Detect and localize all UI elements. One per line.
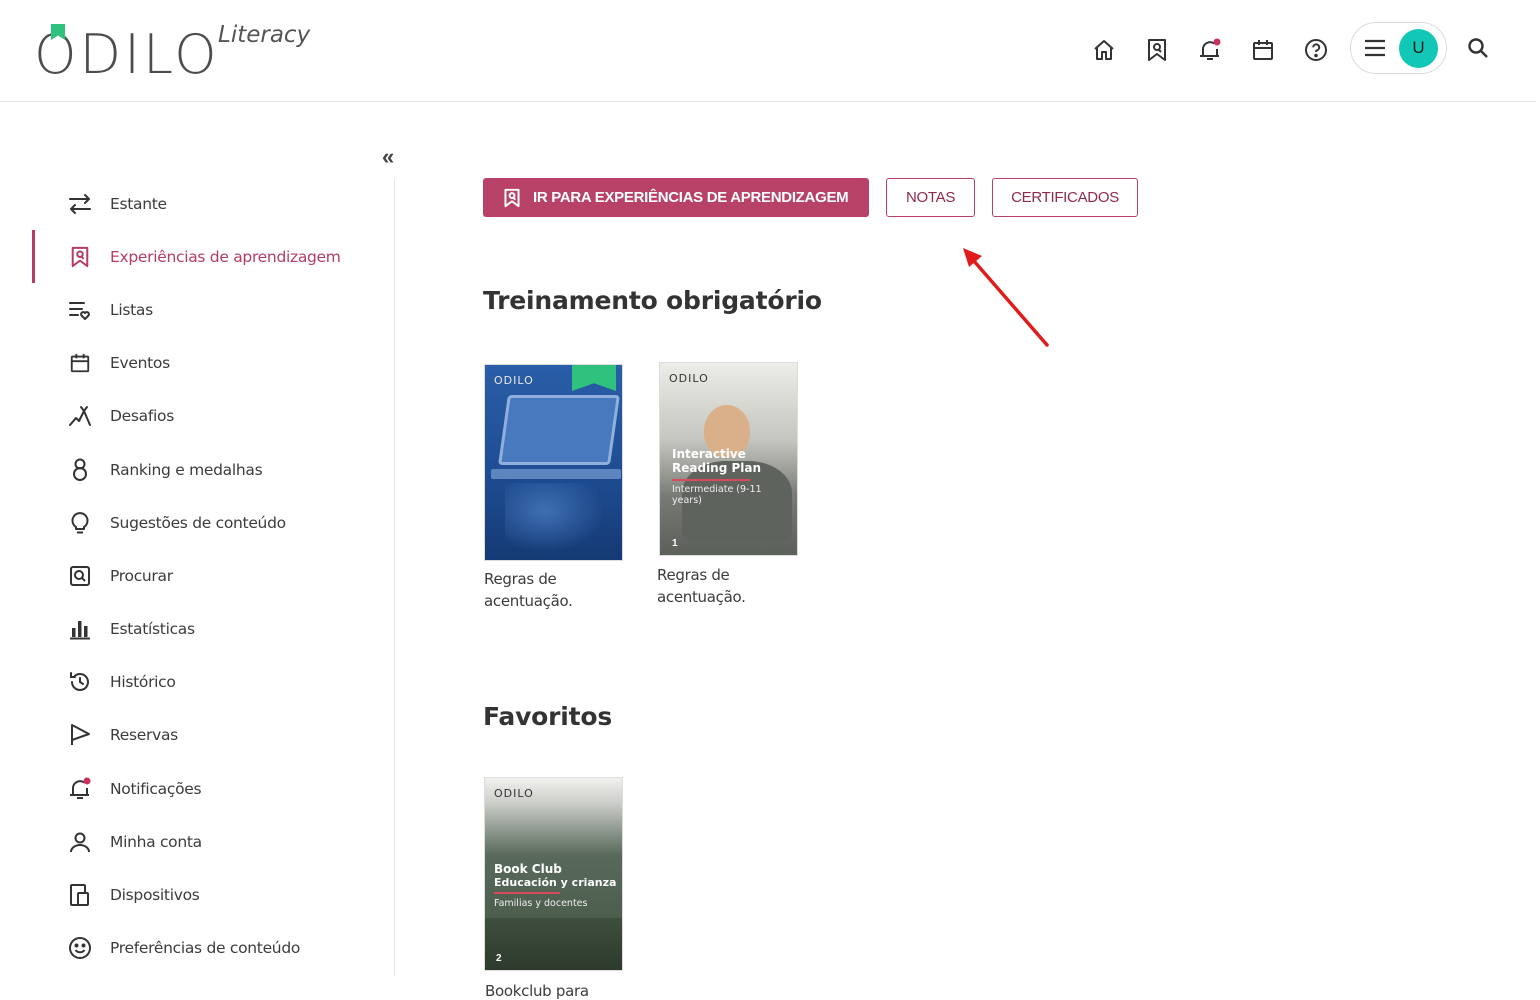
hamburger-icon — [1365, 39, 1385, 57]
annotation-arrow — [963, 248, 1049, 347]
collapse-sidebar-button[interactable]: « — [382, 144, 406, 170]
search-icon[interactable] — [1466, 36, 1494, 64]
notes-button[interactable]: NOTAS — [886, 178, 975, 217]
card-title: Regras de acentuação. — [657, 566, 746, 606]
learning-badge-icon — [66, 243, 94, 271]
sidebar-item-preferencias[interactable]: Preferências de conteúdo — [0, 922, 394, 975]
sidebar-item-procurar[interactable]: Procurar — [0, 549, 394, 602]
bookmark-icon — [572, 365, 616, 391]
sidebar-item-sugestoes[interactable]: Sugestões de conteúdo — [0, 496, 394, 549]
sidebar-item-desafios[interactable]: Desafios — [0, 390, 394, 443]
sidebar-item-label: Minha conta — [110, 832, 202, 851]
card-title: Bookclub para — [485, 982, 589, 1000]
sidebar-item-historico[interactable]: Histórico — [0, 656, 394, 709]
cover-illustration — [498, 395, 620, 465]
sidebar-item-estante[interactable]: Estante — [0, 177, 394, 230]
sidebar-item-notificacoes[interactable]: Notificações — [0, 762, 394, 815]
cover-divider — [672, 479, 750, 481]
cover-divider — [494, 892, 560, 894]
user-icon — [66, 828, 94, 856]
cover-logo: ODILO — [494, 787, 534, 800]
cover-number: 2 — [496, 953, 502, 964]
cover-title-line-2: Educación y crianza — [494, 876, 617, 889]
sidebar-item-estatisticas[interactable]: Estatísticas — [0, 603, 394, 656]
lightbulb-icon — [66, 509, 94, 537]
button-label: IR PARA EXPERIÊNCIAS DE APRENDIZAGEM — [533, 189, 849, 206]
sidebar-item-learning-experiences[interactable]: Experiências de aprendizagem — [0, 230, 394, 284]
bell-icon[interactable] — [1194, 34, 1226, 66]
sidebar-item-dispositivos[interactable]: Dispositivos — [0, 868, 394, 921]
cover-title: Book Club — [494, 862, 562, 876]
calendar-icon — [66, 349, 94, 377]
book-cover: ODILO Book Club Educación y crianza Fami… — [485, 778, 622, 970]
search-box-icon — [66, 562, 94, 590]
sidebar-item-label: Estatísticas — [110, 620, 195, 639]
bell-icon — [66, 775, 94, 803]
sidebar-item-label: Notificações — [110, 779, 202, 798]
cover-title: Interactive Reading Plan — [672, 447, 762, 475]
cover-logo: ODILO — [669, 372, 709, 385]
avatar: U — [1399, 28, 1438, 68]
smile-icon — [66, 934, 94, 962]
bar-chart-icon — [66, 615, 94, 643]
content-card[interactable]: ODILO Book Club Educación y crianza Fami… — [484, 777, 624, 1000]
flag-icon — [66, 721, 94, 749]
sidebar-item-ranking[interactable]: Ranking e medalhas — [0, 443, 394, 496]
sidebar-item-minha-conta[interactable]: Minha conta — [0, 815, 394, 868]
sidebar-item-label: Sugestões de conteúdo — [110, 513, 286, 532]
header-nav — [1088, 30, 1353, 70]
section-title-favorites: Favoritos — [483, 702, 613, 731]
cover-illustration — [505, 483, 605, 553]
certificates-button[interactable]: CERTIFICADOS — [992, 178, 1138, 217]
sidebar-item-label: Ranking e medalhas — [110, 460, 263, 479]
sidebar-item-label: Histórico — [110, 673, 176, 692]
book-cover: ODILO — [485, 365, 622, 560]
home-icon[interactable] — [1088, 34, 1120, 66]
learning-badge-icon — [504, 188, 520, 207]
cover-subtitle: Intermediate (9-11 years) — [672, 484, 762, 506]
sidebar-item-label: Preferências de conteúdo — [110, 939, 301, 958]
sidebar-item-eventos[interactable]: Eventos — [0, 337, 394, 390]
go-to-learning-experiences-button[interactable]: IR PARA EXPERIÊNCIAS DE APRENDIZAGEM — [483, 178, 869, 217]
cover-illustration — [491, 469, 621, 479]
user-menu-button[interactable]: U — [1350, 22, 1447, 74]
content-card[interactable]: ODILO Interactive Reading Plan Intermedi… — [657, 362, 807, 606]
sidebar-item-label: Reservas — [110, 726, 178, 745]
cover-logo: ODILO — [494, 374, 534, 387]
history-icon — [66, 668, 94, 696]
medal-icon — [66, 456, 94, 484]
sidebar-item-label: Experiências de aprendizagem — [110, 247, 341, 266]
challenge-icon — [66, 402, 94, 430]
sidebar-item-label: Listas — [110, 300, 153, 319]
cover-subtitle: Familias y docentes — [494, 898, 588, 909]
sidebar-item-label: Procurar — [110, 566, 173, 585]
swap-arrows-icon — [66, 190, 94, 218]
calendar-icon[interactable] — [1247, 34, 1279, 66]
sidebar-item-label: Dispositivos — [110, 886, 200, 905]
sidebar-item-reservas[interactable]: Reservas — [0, 709, 394, 762]
help-icon[interactable] — [1300, 34, 1332, 66]
sidebar-item-label: Estante — [110, 194, 167, 213]
cover-number: 1 — [672, 538, 678, 549]
top-header: ODILO Literacy U — [0, 0, 1536, 102]
book-cover: ODILO Interactive Reading Plan Intermedi… — [660, 363, 797, 555]
list-heart-icon — [66, 296, 94, 324]
section-title-mandatory: Treinamento obrigatório — [483, 286, 822, 315]
sidebar-item-label: Desafios — [110, 407, 174, 426]
card-title: Regras de acentuação. — [484, 570, 573, 610]
sidebar-item-listas[interactable]: Listas — [0, 283, 394, 336]
sidebar: Estante Experiências de aprendizagem Lis… — [0, 177, 394, 975]
logo-subtitle: Literacy — [218, 22, 311, 48]
cover-illustration — [485, 918, 622, 970]
sidebar-divider — [394, 178, 395, 975]
content-card[interactable]: ODILO Regras de acentuação. — [484, 364, 624, 614]
learning-badge-icon[interactable] — [1141, 34, 1173, 66]
devices-icon — [66, 881, 94, 909]
sidebar-item-label: Eventos — [110, 354, 170, 373]
